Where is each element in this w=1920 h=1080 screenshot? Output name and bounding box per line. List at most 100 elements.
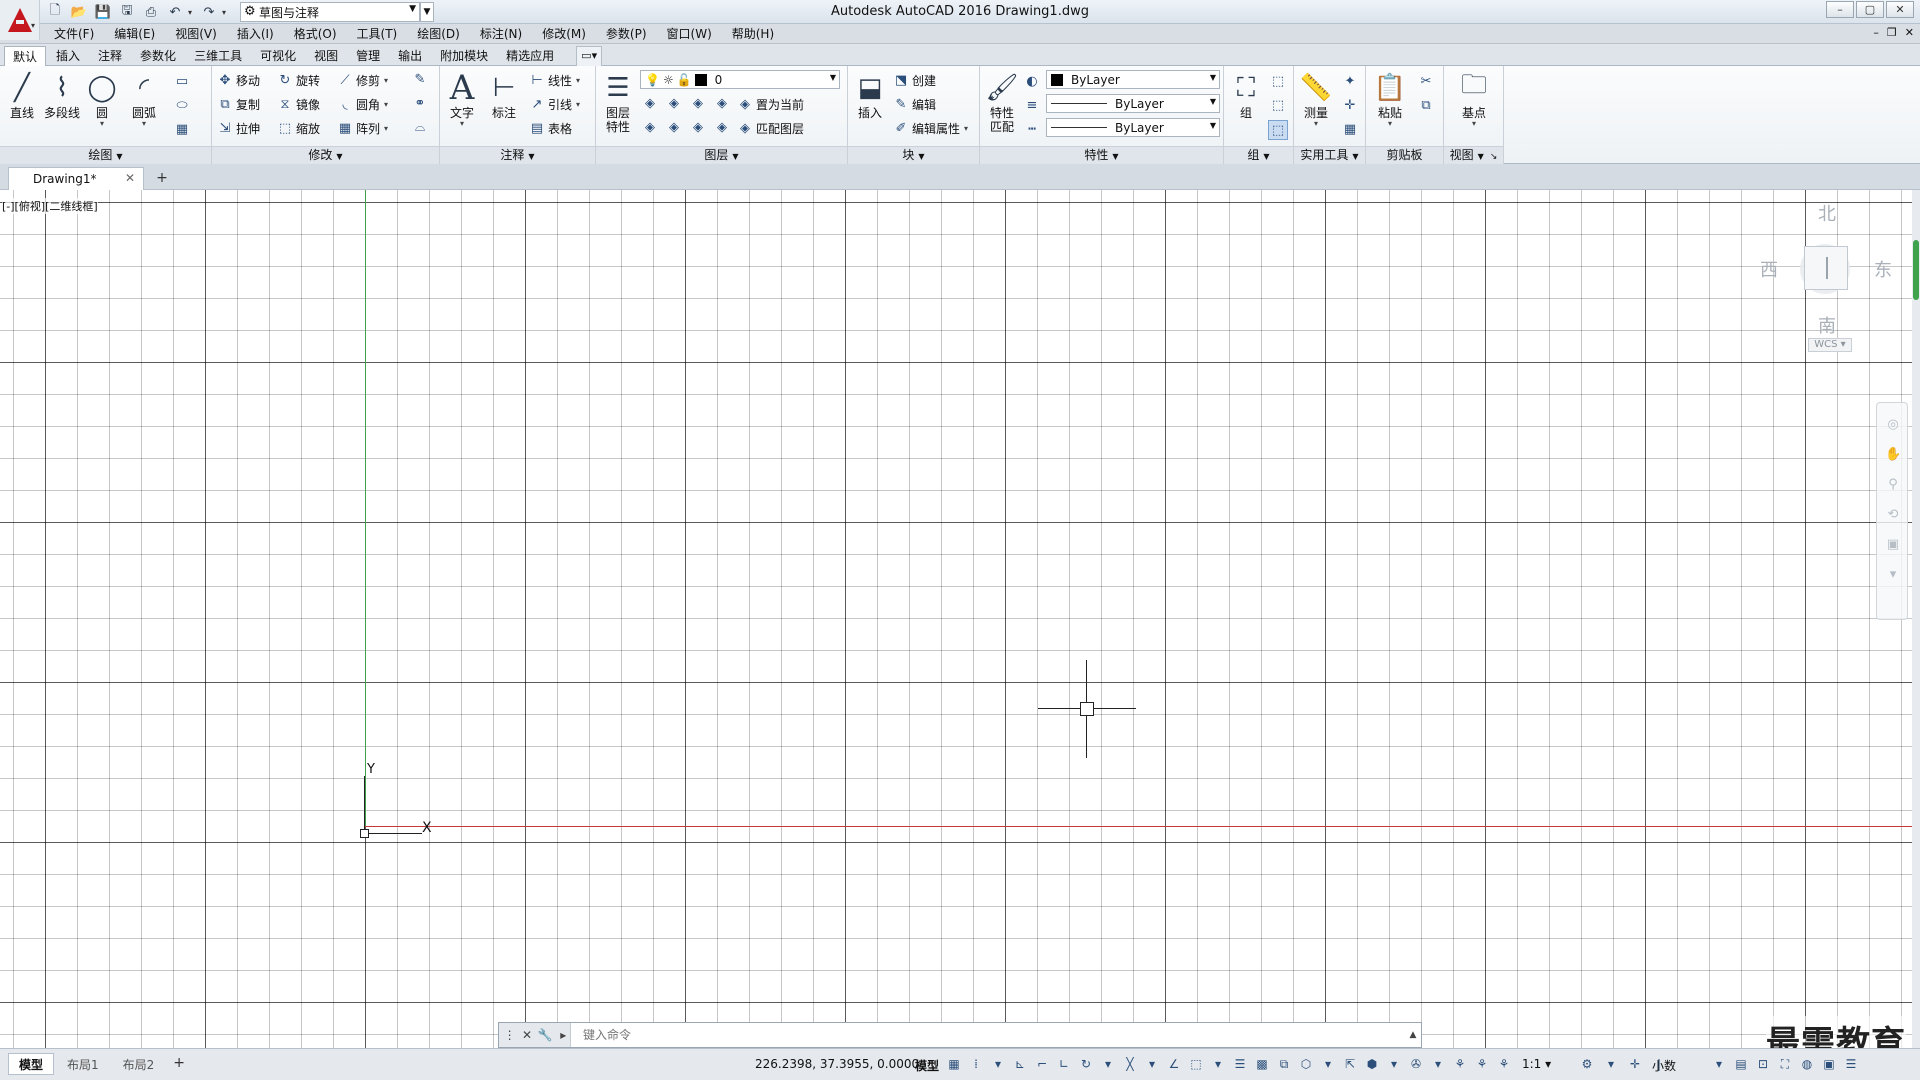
trim-button[interactable]: ⟋ 修剪 ▾: [336, 70, 388, 90]
menu-modify[interactable]: 修改(M): [542, 26, 598, 42]
selection-filter-icon[interactable]: ⬢: [1363, 1055, 1381, 1073]
text-button[interactable]: A 文字 ▾: [442, 68, 482, 128]
layer-off-icon[interactable]: ◈: [640, 94, 660, 114]
layer-on-icon[interactable]: ◈: [640, 118, 660, 138]
close-button[interactable]: ✕: [1886, 1, 1914, 18]
command-grip-icon[interactable]: ⋮: [503, 1028, 516, 1042]
explode-icon[interactable]: ⚭: [410, 94, 430, 114]
menu-help[interactable]: 帮助(H): [732, 26, 786, 42]
pan-icon[interactable]: ✋: [1885, 447, 1901, 463]
transparency-icon[interactable]: ▩: [1253, 1055, 1271, 1073]
ellipse-icon[interactable]: ⬭: [172, 96, 192, 116]
chevron-down-icon[interactable]: ▾: [1099, 1055, 1117, 1073]
quick-properties-icon[interactable]: ▤: [1732, 1055, 1750, 1073]
group-selection-icon[interactable]: ⬚: [1268, 120, 1288, 140]
doc-minimize-button[interactable]: –: [1873, 26, 1879, 39]
navbar-menu-icon[interactable]: ▾: [1885, 567, 1901, 583]
chevron-down-icon[interactable]: ▾: [1209, 1055, 1227, 1073]
tab-view[interactable]: 视图: [306, 46, 346, 67]
linetype-select[interactable]: ByLayer ▼: [1046, 118, 1220, 137]
hardware-acceleration-icon[interactable]: ◍: [1798, 1055, 1816, 1073]
units-select[interactable]: 小数: [1652, 1057, 1676, 1074]
menu-parametric[interactable]: 参数(P): [606, 26, 659, 42]
close-icon[interactable]: ✕: [125, 171, 135, 185]
lock-ui-icon[interactable]: ⊡: [1754, 1055, 1772, 1073]
dynamic-ucs-icon[interactable]: ⇱: [1341, 1055, 1359, 1073]
isodraft-icon[interactable]: ╳: [1121, 1055, 1139, 1073]
orbit-icon[interactable]: ⟲: [1885, 507, 1901, 523]
insert-block-button[interactable]: ⬓ 插入: [850, 70, 890, 120]
tab-add-ins[interactable]: 附加模块: [432, 46, 496, 67]
measure-button[interactable]: 📏 测量 ▾: [1296, 70, 1336, 128]
zoom-icon[interactable]: ⚲: [1885, 477, 1901, 493]
annotation-scale-select[interactable]: 1:1 ▾: [1522, 1057, 1551, 1071]
snap-icon[interactable]: ⁞: [967, 1055, 985, 1073]
wrench-icon[interactable]: 🔧: [538, 1028, 553, 1042]
add-layout-button[interactable]: +: [167, 1053, 191, 1075]
clipboard-panel-title[interactable]: 剪贴板: [1366, 146, 1443, 164]
workspace-switch-icon[interactable]: ⚙: [1578, 1055, 1596, 1073]
gizmo-icon[interactable]: ✇: [1407, 1055, 1425, 1073]
ribbon-minimize-toggle[interactable]: ▭▾: [576, 46, 603, 67]
maximize-button[interactable]: ▢: [1856, 1, 1884, 18]
array-button[interactable]: ▦ 阵列 ▾: [336, 118, 388, 138]
object-snap-icon[interactable]: ⬚: [1187, 1055, 1205, 1073]
erase-icon[interactable]: ✎: [410, 70, 430, 90]
copy-button[interactable]: ⧉ 复制: [216, 94, 260, 114]
menu-file[interactable]: 文件(F): [54, 26, 106, 42]
paste-button[interactable]: 📋 粘贴 ▾: [1370, 70, 1410, 128]
mirror-button[interactable]: ⧖ 镜像: [276, 94, 320, 114]
tab-model[interactable]: 模型: [8, 1053, 55, 1075]
command-input[interactable]: [571, 1023, 1405, 1047]
tab-layout1[interactable]: 布局1: [56, 1053, 110, 1075]
block-panel-title[interactable]: 块 ▼: [848, 146, 979, 164]
model-space-toggle[interactable]: 模型: [915, 1057, 939, 1074]
steering-wheel-icon[interactable]: ◎: [1885, 417, 1901, 433]
groups-panel-title[interactable]: 组 ▼: [1224, 146, 1293, 164]
infer-constraints-icon[interactable]: ⊾: [1011, 1055, 1029, 1073]
viewport-controls-label[interactable]: [-][俯视][二维线框]: [2, 198, 98, 214]
layers-panel-title[interactable]: 图层 ▼: [596, 146, 847, 164]
copy-clip-icon[interactable]: ⧉: [1416, 96, 1436, 116]
tab-3d-tools[interactable]: 三维工具: [186, 46, 250, 67]
tab-visualize[interactable]: 可视化: [252, 46, 304, 67]
chevron-down-icon[interactable]: ▾: [1385, 1055, 1403, 1073]
arc-button[interactable]: ◜ 圆弧 ▾: [124, 70, 164, 128]
3d-osnap-icon[interactable]: ⬡: [1297, 1055, 1315, 1073]
quick-select-icon[interactable]: ✦: [1340, 72, 1360, 92]
draw-panel-title[interactable]: 绘图 ▼: [0, 146, 211, 164]
minimize-button[interactable]: –: [1826, 1, 1854, 18]
menu-draw[interactable]: 绘图(D): [417, 26, 472, 42]
chevron-down-icon[interactable]: ▾: [1429, 1055, 1447, 1073]
create-block-button[interactable]: ⬔ 创建: [892, 70, 936, 90]
edit-block-button[interactable]: ✎ 编辑: [892, 94, 936, 114]
chevron-down-icon[interactable]: ▾: [1602, 1055, 1620, 1073]
wcs-menu[interactable]: WCS ▾: [1808, 338, 1852, 352]
tab-drawing1[interactable]: Drawing1* ✕: [8, 167, 144, 190]
table-button[interactable]: ▤ 表格: [528, 118, 572, 138]
chevron-down-icon[interactable]: ▾: [1143, 1055, 1161, 1073]
scale-button[interactable]: ⬚ 缩放: [276, 118, 320, 138]
isolate-objects-icon[interactable]: ⛶: [1776, 1055, 1794, 1073]
viewcube-south[interactable]: 南: [1818, 312, 1836, 338]
vertical-scrollbar[interactable]: [1912, 190, 1920, 1048]
tab-featured-apps[interactable]: 精选应用: [498, 46, 562, 67]
line-button[interactable]: ╱ 直线: [2, 70, 42, 120]
chevron-up-icon[interactable]: ▲: [1405, 1030, 1421, 1040]
tab-layout2[interactable]: 布局2: [112, 1053, 166, 1075]
annotation-panel-title[interactable]: 注释 ▼: [440, 146, 595, 164]
new-drawing-button[interactable]: +: [152, 169, 172, 187]
customization-icon[interactable]: ☰: [1842, 1055, 1860, 1073]
layer-unisolate-icon[interactable]: ◈: [664, 118, 684, 138]
chevron-down-icon[interactable]: ▾: [1710, 1055, 1728, 1073]
offset-icon[interactable]: ⌓: [410, 118, 430, 138]
layer-thaw-icon[interactable]: ◈: [688, 118, 708, 138]
modify-panel-title[interactable]: 修改 ▼: [212, 146, 439, 164]
edit-attributes-button[interactable]: ✐ 编辑属性 ▾: [892, 118, 968, 138]
menu-tools[interactable]: 工具(T): [357, 26, 410, 42]
tab-annotate[interactable]: 注释: [90, 46, 130, 67]
fillet-button[interactable]: ◟ 圆角 ▾: [336, 94, 388, 114]
layer-freeze-icon[interactable]: ◈: [688, 94, 708, 114]
group-edit-icon[interactable]: ⬚: [1268, 96, 1288, 116]
ungroup-icon[interactable]: ⬚: [1268, 72, 1288, 92]
